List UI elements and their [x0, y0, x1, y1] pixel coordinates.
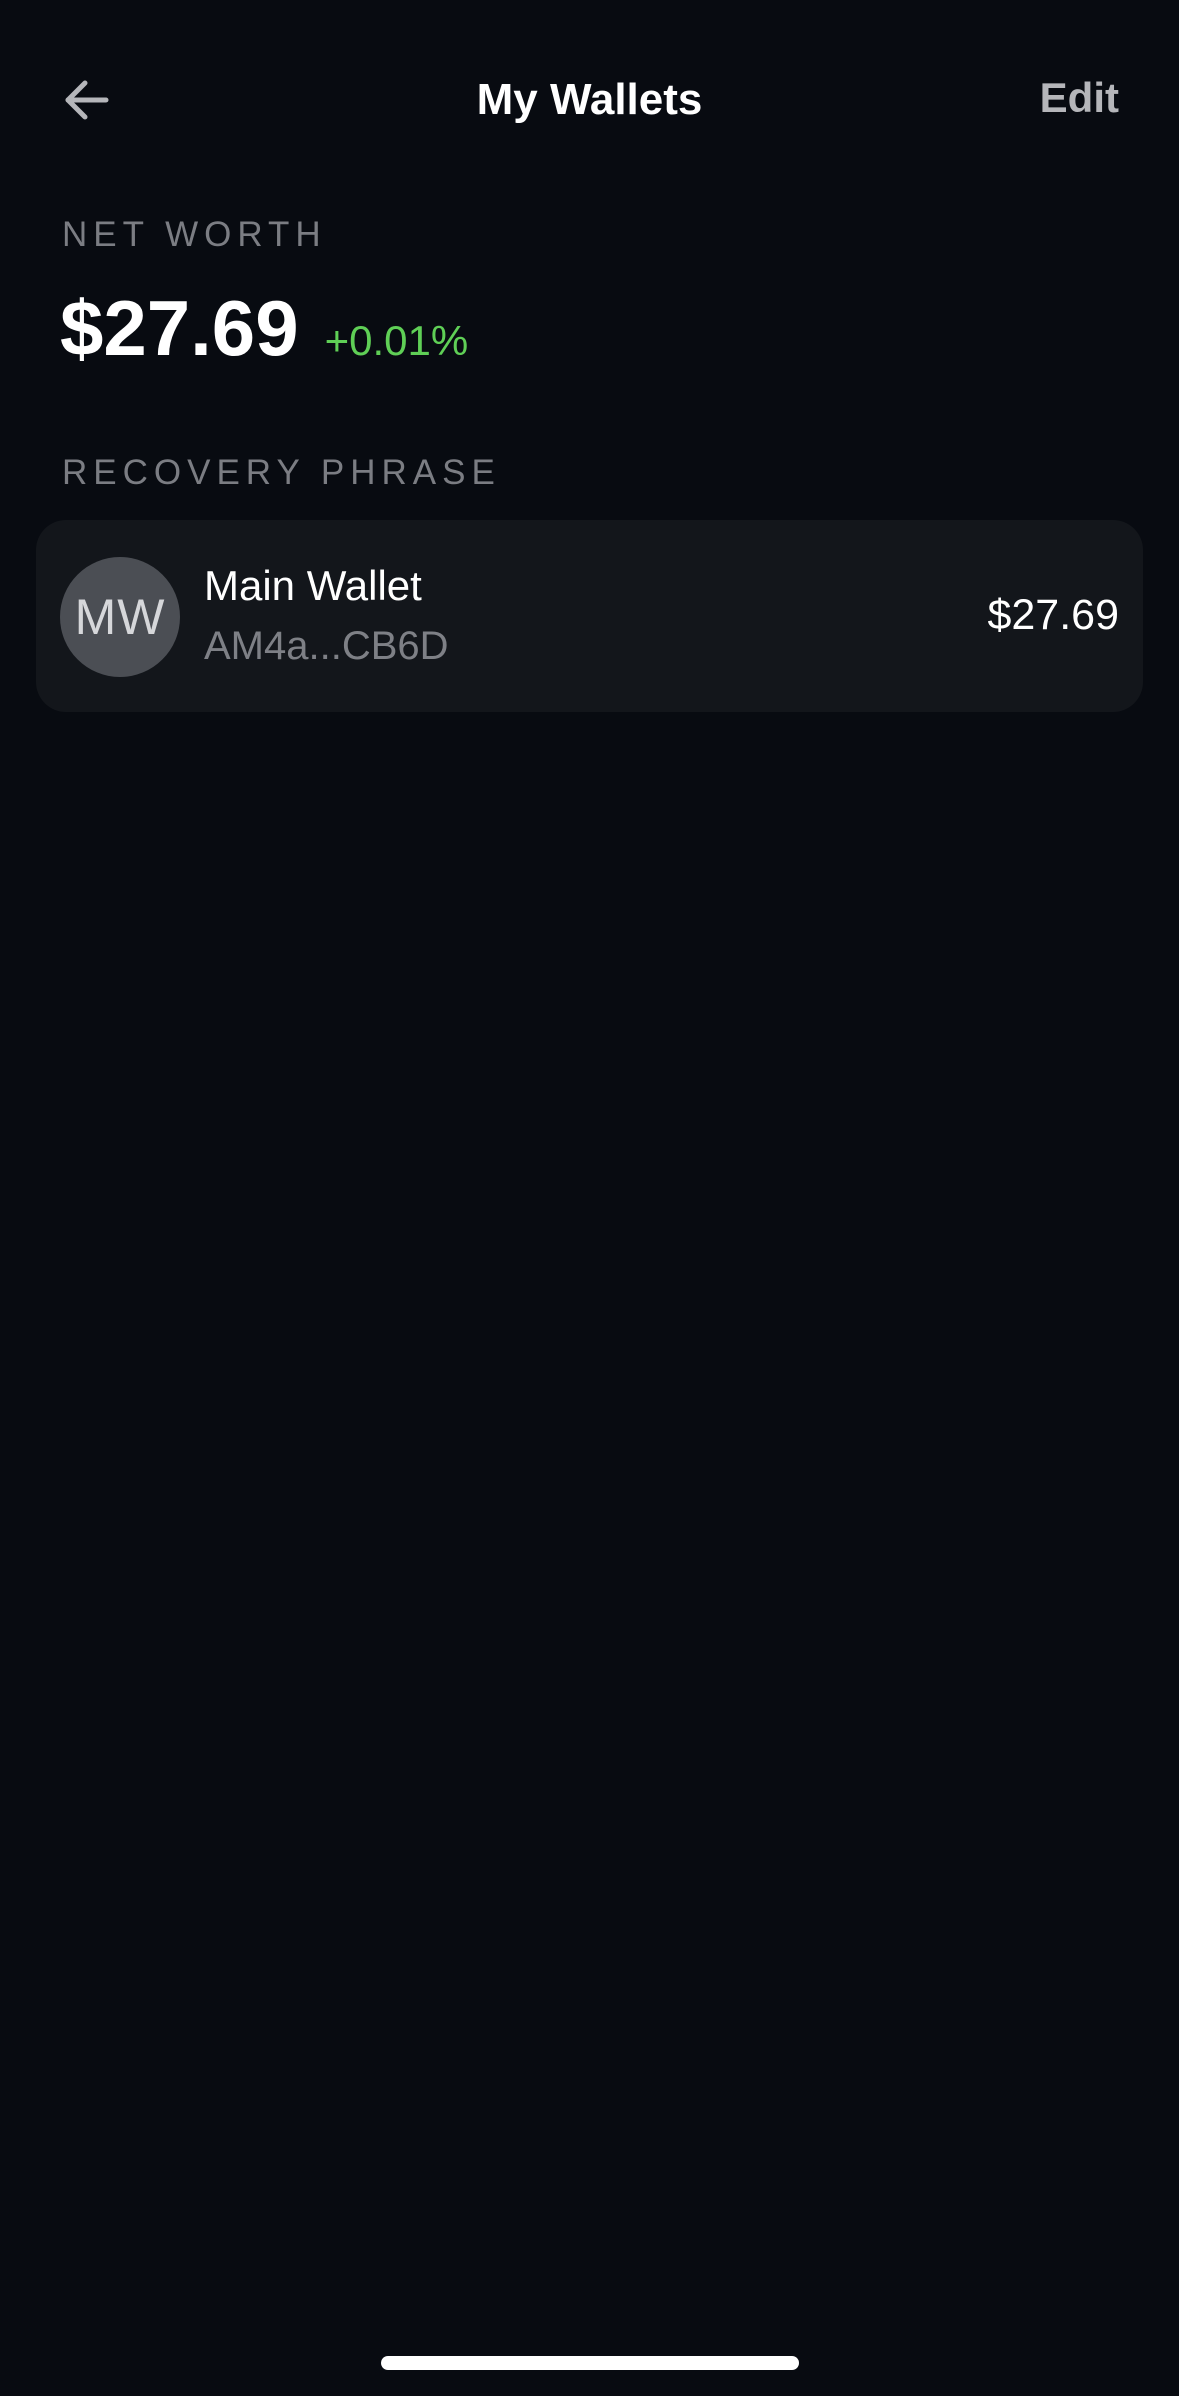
header: My Wallets Edit	[0, 0, 1179, 200]
net-worth-value: $27.69	[60, 284, 299, 372]
wallet-address: AM4a...CB6D	[204, 624, 449, 668]
net-worth-change: +0.01%	[324, 317, 469, 364]
page-title: My Wallets	[476, 75, 703, 124]
wallet-balance: $27.69	[987, 591, 1119, 639]
net-worth-label: NET WORTH	[62, 215, 327, 254]
wallet-name: Main Wallet	[204, 562, 422, 609]
edit-button[interactable]: Edit	[1040, 68, 1119, 128]
net-worth-summary: $27.69 +0.01%	[60, 278, 468, 378]
wallet-item-main-wallet[interactable]: MW Main Wallet AM4a...CB6D $27.69	[36, 520, 1143, 712]
recovery-phrase-label: RECOVERY PHRASE	[62, 453, 501, 492]
avatar: MW	[60, 557, 180, 677]
home-indicator[interactable]	[381, 2356, 799, 2370]
